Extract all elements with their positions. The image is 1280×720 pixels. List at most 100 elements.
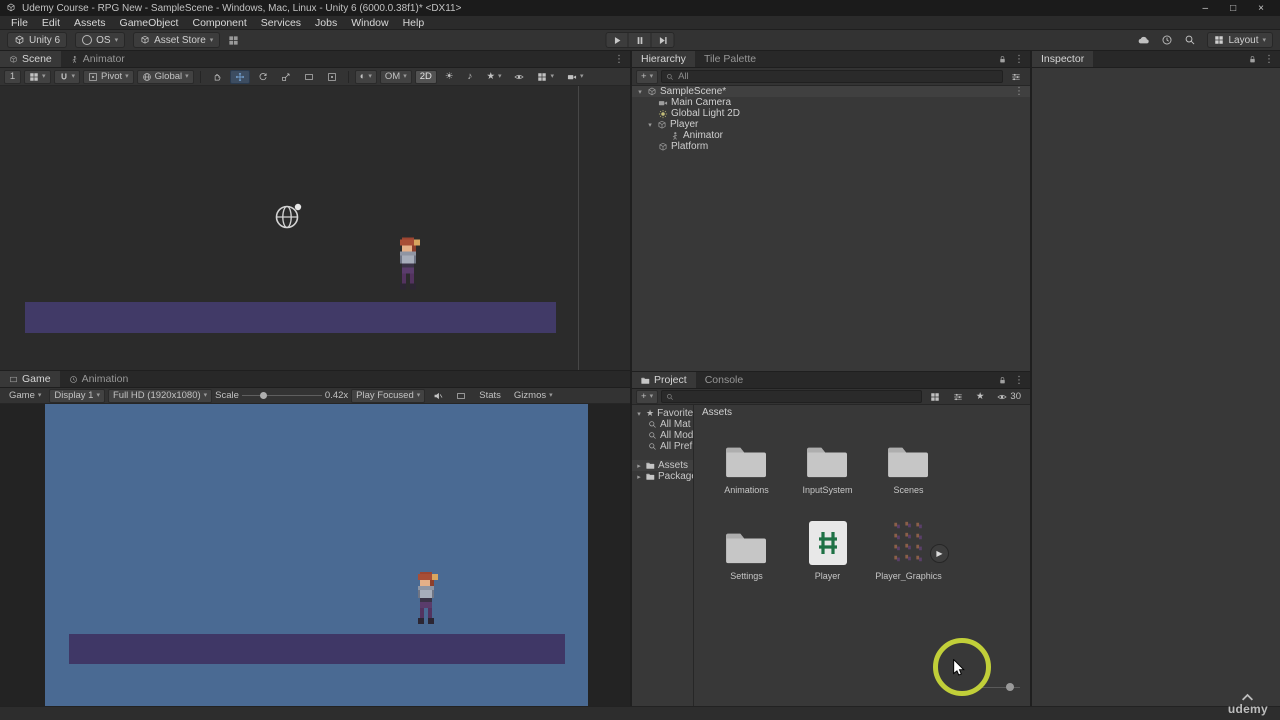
tree-row-platform[interactable]: Platform — [632, 141, 1030, 152]
asset-tile-scenes[interactable]: Scenes — [868, 424, 949, 510]
view-tool-button[interactable] — [207, 70, 227, 84]
expander-icon[interactable]: ▸ — [635, 462, 643, 470]
play-button[interactable] — [605, 32, 629, 48]
menu-gameobject[interactable]: GameObject — [113, 17, 186, 29]
player-sprite[interactable] — [394, 237, 422, 290]
create-dropdown[interactable]: + ▾ — [636, 389, 659, 404]
row-menu-icon[interactable]: ⋮ — [1014, 86, 1030, 97]
slider-knob[interactable] — [259, 392, 267, 399]
tab-scene[interactable]: Scene — [0, 51, 61, 67]
menu-help[interactable]: Help — [396, 17, 432, 29]
account-dropdown[interactable]: OS ▾ — [75, 32, 126, 48]
platform-object[interactable] — [25, 302, 556, 333]
effects-dropdown[interactable]: ★ ▾ — [481, 70, 506, 84]
hidden-packages-indicator[interactable]: 30 — [992, 390, 1026, 404]
close-button[interactable]: × — [1258, 3, 1264, 14]
tree-assets-row[interactable]: ▸ Assets — [632, 460, 693, 471]
snap-magnet-dropdown[interactable]: ▾ — [53, 69, 81, 84]
favorite-all-prefabs[interactable]: All Pref — [632, 441, 693, 452]
expander-icon[interactable]: ▾ — [646, 121, 654, 129]
panel-menu-icon[interactable]: ⋮ — [1014, 375, 1024, 386]
asset-tile-settings[interactable]: Settings — [706, 510, 787, 596]
tab-project[interactable]: Project — [632, 372, 696, 388]
favorite-all-models[interactable]: All Mod — [632, 430, 693, 441]
transform-tool-button[interactable] — [322, 70, 342, 84]
tree-row-animator[interactable]: Animator — [632, 130, 1030, 141]
rect-tool-button[interactable] — [299, 70, 319, 84]
menu-assets[interactable]: Assets — [67, 17, 113, 29]
tree-row-main-camera[interactable]: Main Camera — [632, 97, 1030, 108]
menu-services[interactable]: Services — [254, 17, 308, 29]
global-dropdown[interactable]: Global ▾ — [136, 69, 194, 84]
hierarchy-filter-button[interactable] — [1006, 70, 1026, 84]
stats-button[interactable]: Stats — [474, 389, 506, 403]
grid-snap-dropdown[interactable]: ▾ — [24, 69, 51, 84]
display-dropdown[interactable]: Display 1 ▾ — [49, 388, 105, 403]
tree-row-scene[interactable]: ▾ SampleScene* ⋮ — [632, 86, 1030, 97]
tree-row-player[interactable]: ▾ Player — [632, 119, 1030, 130]
scene-audio-toggle[interactable]: ♪ — [461, 70, 478, 84]
slider-knob[interactable] — [1006, 683, 1014, 691]
tab-console[interactable]: Console — [696, 372, 753, 388]
cloud-icon[interactable] — [1137, 34, 1150, 47]
play-focused-dropdown[interactable]: Play Focused ▾ — [351, 388, 426, 403]
game-view-dropdown[interactable]: Game ▾ — [4, 389, 46, 403]
pause-button[interactable] — [628, 32, 652, 48]
2d-toggle-button[interactable]: 2D — [414, 69, 437, 84]
tab-animation[interactable]: Animation — [60, 371, 138, 387]
hierarchy-search-input[interactable]: All — [661, 70, 1003, 83]
scene-viewport[interactable] — [0, 86, 630, 370]
asset-tile-player-graphics[interactable]: Player_Graphics ▶ — [868, 510, 949, 596]
rotate-tool-button[interactable] — [253, 70, 273, 84]
game-viewport[interactable] — [0, 404, 630, 706]
asset-tile-inputsystem[interactable]: InputSystem — [787, 424, 868, 510]
minimize-button[interactable]: – — [1203, 3, 1209, 14]
tool-index-field[interactable]: 1 — [4, 69, 21, 84]
vsync-button[interactable] — [451, 389, 471, 403]
panel-menu-icon[interactable]: ⋮ — [1014, 54, 1024, 65]
asset-store-dropdown[interactable]: Asset Store ▾ — [133, 32, 221, 48]
asset-tile-animations[interactable]: Animations — [706, 424, 787, 510]
om-dropdown[interactable]: OM ▾ — [379, 69, 412, 84]
tab-hierarchy[interactable]: Hierarchy — [632, 51, 695, 67]
project-search-input[interactable] — [661, 390, 922, 403]
tab-animator[interactable]: Animator — [61, 51, 134, 67]
resolution-dropdown[interactable]: Full HD (1920x1080) ▾ — [107, 388, 213, 403]
tab-tile-palette[interactable]: Tile Palette — [695, 51, 765, 67]
asset-tile-player-script[interactable]: Player — [787, 510, 868, 596]
tab-inspector[interactable]: Inspector — [1032, 51, 1094, 67]
expander-icon[interactable]: ▾ — [635, 410, 643, 418]
expander-icon[interactable]: ▸ — [635, 473, 643, 481]
move-tool-button[interactable] — [229, 69, 250, 84]
expander-icon[interactable]: ▾ — [636, 88, 644, 96]
create-dropdown[interactable]: + ▾ — [636, 69, 659, 84]
panel-menu-icon[interactable]: ⋮ — [614, 54, 624, 65]
menu-edit[interactable]: Edit — [35, 17, 67, 29]
search-by-label-button[interactable] — [948, 390, 968, 404]
layout-dropdown[interactable]: Layout ▾ — [1207, 32, 1273, 48]
history-icon[interactable] — [1161, 34, 1173, 46]
scene-visibility-toggle[interactable] — [509, 70, 529, 84]
favorite-all-materials[interactable]: All Mat — [632, 419, 693, 430]
toolbar-extra-icon[interactable] — [228, 35, 239, 46]
grid-zoom-slider[interactable] — [980, 682, 1020, 692]
search-icon[interactable] — [1184, 34, 1196, 46]
lock-icon[interactable] — [1248, 55, 1257, 64]
tree-packages-row[interactable]: ▸ Packages — [632, 471, 693, 482]
menu-component[interactable]: Component — [185, 17, 253, 29]
shading-mode-dropdown[interactable]: ◐ ▾ — [354, 69, 377, 84]
light2d-gizmo-icon[interactable] — [274, 202, 302, 230]
save-search-button[interactable]: ★ — [971, 390, 990, 404]
gizmos-dropdown[interactable]: Gizmos ▾ — [509, 389, 558, 403]
scale-slider[interactable] — [241, 391, 322, 401]
maximize-button[interactable]: □ — [1230, 3, 1236, 14]
unity-version-badge[interactable]: Unity 6 — [7, 32, 68, 48]
menu-window[interactable]: Window — [344, 17, 395, 29]
mute-audio-button[interactable] — [428, 389, 448, 403]
step-button[interactable] — [651, 32, 675, 48]
menu-file[interactable]: File — [4, 17, 35, 29]
menu-jobs[interactable]: Jobs — [308, 17, 344, 29]
favorites-row[interactable]: ▾ ★ Favorites — [632, 408, 693, 419]
lock-icon[interactable] — [998, 376, 1007, 385]
panel-menu-icon[interactable]: ⋮ — [1264, 54, 1274, 65]
